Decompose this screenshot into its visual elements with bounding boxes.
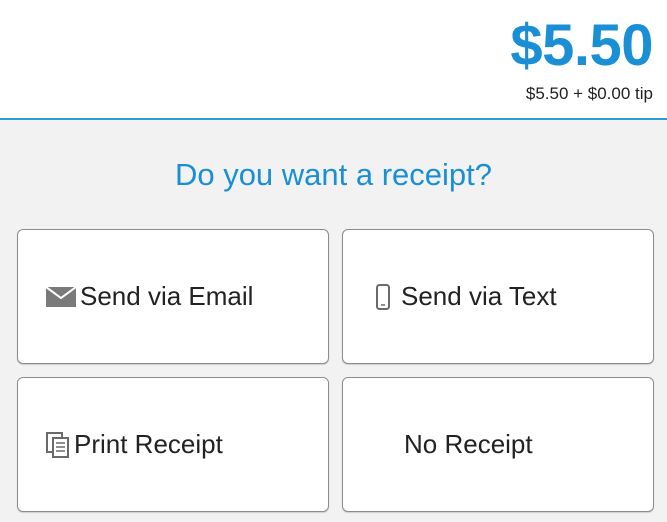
no-receipt-label: No Receipt [404, 429, 533, 459]
phone-icon [375, 283, 391, 310]
print-receipt-button[interactable]: Print Receipt [17, 377, 329, 512]
total-amount: $5.50 [510, 13, 653, 78]
send-text-button[interactable]: Send via Text [342, 229, 654, 364]
document-copy-icon [46, 431, 70, 458]
print-receipt-label: Print Receipt [74, 429, 223, 459]
envelope-icon [46, 286, 76, 307]
send-text-label: Send via Text [401, 281, 557, 311]
no-receipt-button[interactable]: No Receipt [342, 377, 654, 512]
send-email-button[interactable]: Send via Email [17, 229, 329, 364]
receipt-question: Do you want a receipt? [174, 157, 493, 192]
send-email-label: Send via Email [80, 281, 254, 311]
header: $5.50 $5.50 + $0.00 tip [0, 0, 667, 120]
amount-breakdown: $5.50 + $0.00 tip [525, 84, 653, 103]
